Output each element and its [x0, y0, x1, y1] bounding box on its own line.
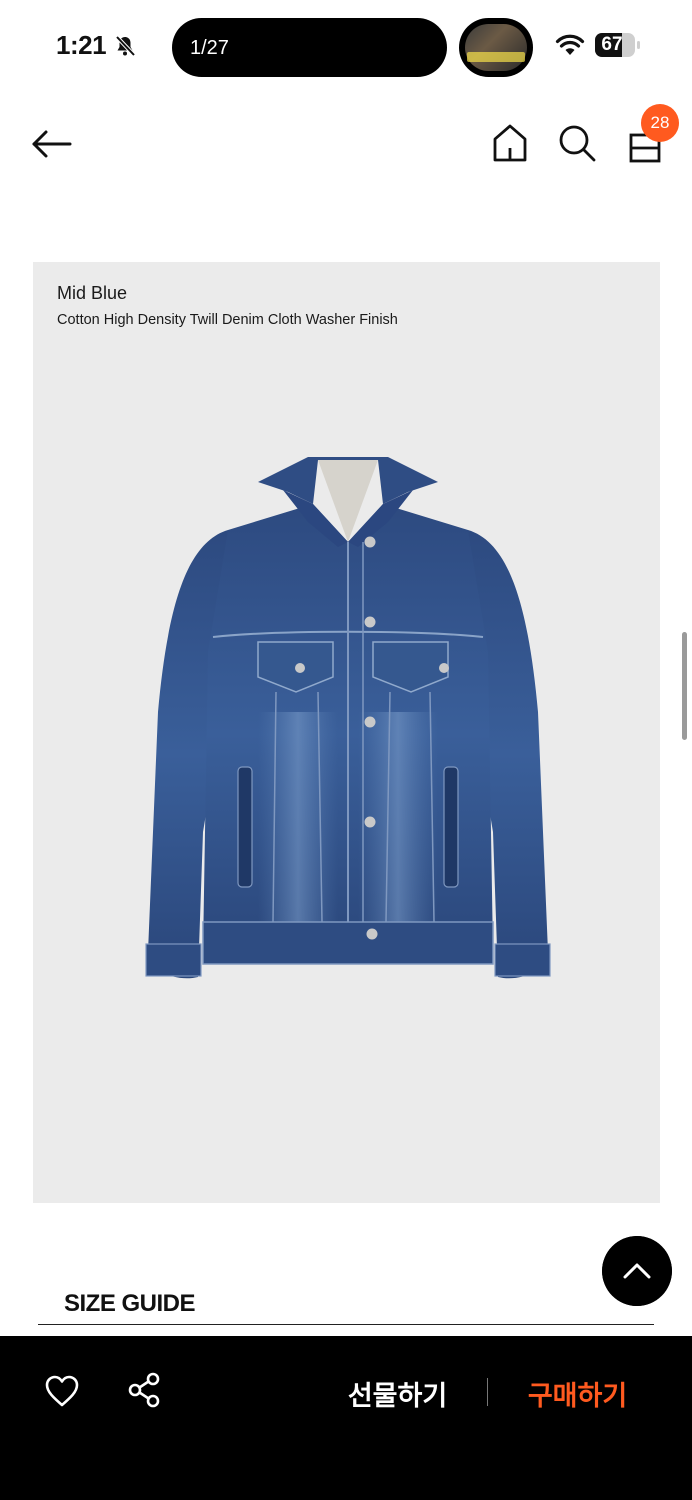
product-color-name: Mid Blue: [57, 283, 128, 303]
top-nav: [0, 100, 692, 190]
dynamic-island-counter[interactable]: 1/27: [172, 18, 447, 77]
button-separator: [487, 1378, 488, 1406]
image-counter: 1/27: [190, 37, 229, 59]
thumbnail-image: [465, 24, 527, 71]
battery-indicator: 67: [595, 33, 641, 57]
battery-percent: 67: [601, 34, 623, 55]
heart-icon[interactable]: [44, 1374, 80, 1408]
size-guide-title[interactable]: SIZE GUIDE: [64, 1290, 196, 1318]
status-bar: 1:21 1/27 67: [0, 0, 692, 96]
denim-jacket-image: [145, 457, 551, 979]
battery-nub: [637, 41, 640, 49]
back-arrow-icon[interactable]: [30, 124, 74, 164]
wifi-icon: [555, 34, 585, 55]
home-icon[interactable]: [490, 122, 530, 164]
product-image-card[interactable]: Mid Blue Cotton High Density Twill Denim…: [33, 262, 660, 1203]
page-scrollbar[interactable]: [682, 632, 687, 740]
status-time: 1:21: [56, 30, 107, 60]
product-fabric-description: Cotton High Density Twill Denim Cloth Wa…: [57, 312, 398, 328]
bell-muted-icon: [115, 35, 136, 57]
gift-button[interactable]: 선물하기: [330, 1374, 465, 1412]
live-activity-thumbnail[interactable]: [459, 18, 533, 77]
share-icon[interactable]: [126, 1372, 162, 1408]
cart-count-badge: 28: [641, 104, 679, 142]
bottom-action-bar: 선물하기 구매하기: [0, 1336, 692, 1500]
thumbnail-caption: [467, 52, 525, 62]
product-detail-page: 1:21 1/27 67 28 Mid Blue Cotton High Den…: [0, 0, 692, 1500]
scroll-to-top-button[interactable]: [602, 1236, 672, 1306]
buy-button[interactable]: 구매하기: [510, 1374, 645, 1412]
battery-body: 67: [595, 33, 635, 57]
section-divider: [38, 1324, 654, 1325]
search-icon[interactable]: [556, 122, 598, 164]
